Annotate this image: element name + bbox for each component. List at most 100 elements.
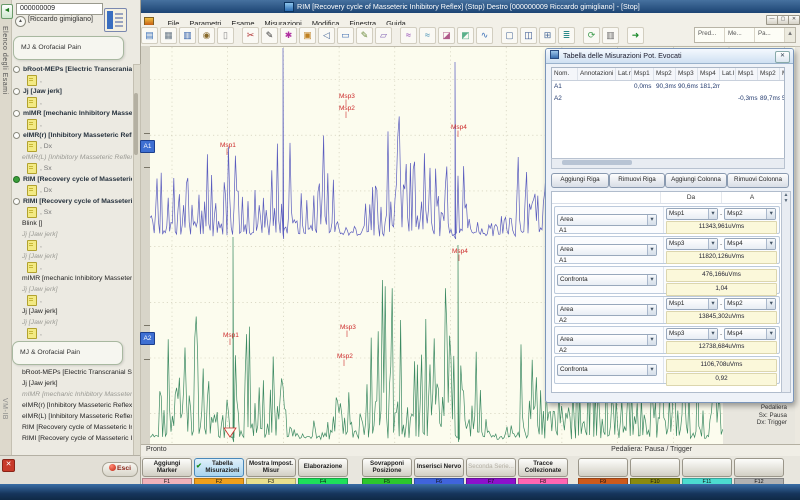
- marker-from-dropdown[interactable]: Msp3▾: [666, 238, 718, 250]
- exam-tree-item[interactable]: eIMR(L) [Inhibitory Masseteric Reflex]: [12, 411, 132, 422]
- window-grid-icon[interactable]: ⊞: [539, 27, 556, 44]
- exam-tree-item[interactable]: bRoot-MEPs [Electric Transcranial Stimul…: [12, 367, 132, 378]
- col-header[interactable]: Lat.r: [616, 68, 632, 80]
- exam-tree-item[interactable]: RIMI [Recovery cycle of Masseteric Inhib…: [12, 433, 132, 444]
- back-button[interactable]: ◄: [1, 4, 13, 19]
- preview-icon[interactable]: ◉: [198, 27, 215, 44]
- sidebar-bottom-tab-label[interactable]: VM-IB: [1, 398, 8, 420]
- dropdown-arrow-icon[interactable]: ▾: [766, 209, 775, 219]
- dropdown-arrow-icon[interactable]: ▾: [708, 239, 717, 249]
- exam-acquisition-row[interactable]: , Sx: [12, 163, 132, 174]
- channel-tag-a1[interactable]: A1: [140, 140, 155, 153]
- exit-icon[interactable]: ➜: [627, 27, 644, 44]
- col-header[interactable]: Lat.l: [720, 68, 736, 80]
- measurements-table[interactable]: Nom.AnnotazioniLat.rMsp1Msp2Msp3Msp4Lat.…: [551, 67, 785, 169]
- print-icon[interactable]: ▦: [160, 27, 177, 44]
- marker-label-msp2[interactable]: Msp2: [339, 105, 355, 112]
- sidebar-close-icon[interactable]: ✕: [2, 459, 15, 472]
- dropdown-arrow-icon[interactable]: ▾: [647, 305, 656, 315]
- dropdown-arrow-icon[interactable]: ▾: [647, 245, 656, 255]
- exam-acquisition-row[interactable]: , Dx: [12, 185, 132, 196]
- measure-type-dropdown[interactable]: Confronta▾: [557, 274, 657, 286]
- button-tabella-misurazioni[interactable]: ✔Tabella Misurazioni: [194, 458, 244, 477]
- panel-title-bar[interactable]: Tabella delle Misurazioni Pot. Evocati ✕: [546, 49, 793, 64]
- col-header[interactable]: Msp1: [632, 68, 654, 80]
- exam-acquisition-row[interactable]: ,: [12, 119, 132, 130]
- monitor-icon[interactable]: ▭: [337, 27, 354, 44]
- collapse-toggle[interactable]: ▲: [15, 16, 26, 27]
- marker-label-msp2[interactable]: Msp2: [337, 353, 353, 360]
- marker-label-msp4[interactable]: Msp4: [452, 248, 468, 255]
- exam-tree-item[interactable]: mIMR [mechanic Inhibitory Masseteric Re: [12, 389, 132, 400]
- exam-acquisition-row[interactable]: ,: [12, 328, 132, 339]
- col-header[interactable]: Nom.: [552, 68, 578, 80]
- exam-tree-item[interactable]: eIMR(L) [Inhibitory Masseteric Reflex]: [12, 152, 132, 163]
- stimulus-icon[interactable]: ✱: [280, 27, 297, 44]
- button-rimuovi-riga[interactable]: Rimuovi Riga: [609, 173, 665, 188]
- dropdown-arrow-icon[interactable]: ▾: [766, 239, 775, 249]
- window-close-button[interactable]: ✕: [788, 15, 800, 25]
- col-header[interactable]: Msp3: [780, 68, 785, 80]
- export-b-icon[interactable]: ◩: [457, 27, 474, 44]
- exam-acquisition-row[interactable]: , Dx: [12, 141, 132, 152]
- exam-tree-item[interactable]: mIMR [mechanic Inhibitory Masseteric Ref: [12, 273, 132, 284]
- exam-tree-item[interactable]: Jj [Jaw jerk]: [12, 378, 132, 389]
- exam-acquisition-row[interactable]: , Sx: [12, 207, 132, 218]
- exam-tree-item[interactable]: Jj [Jaw jerk]: [12, 229, 132, 240]
- col-header[interactable]: Msp1: [736, 68, 758, 80]
- button-aggiungi-marker[interactable]: Aggiungi Marker: [142, 458, 192, 477]
- exam-tree-item[interactable]: Jj [Jaw jerk]: [12, 284, 132, 295]
- dropdown-arrow-icon[interactable]: ▾: [708, 209, 717, 219]
- exam-tree-item[interactable]: Blink []: [12, 218, 132, 229]
- dropdown-arrow-icon[interactable]: ▾: [766, 299, 775, 309]
- marker-from-dropdown[interactable]: Msp1▾: [666, 298, 718, 310]
- measure-type-dropdown[interactable]: Area▾: [557, 244, 657, 256]
- col-header[interactable]: Msp4: [698, 68, 720, 80]
- marker-to-dropdown[interactable]: Msp2▾: [724, 298, 776, 310]
- button-aggiungi-colonna[interactable]: Aggiungi Colonna: [665, 173, 727, 188]
- marker-from-dropdown[interactable]: Msp1▾: [666, 208, 718, 220]
- button-aggiungi-riga[interactable]: Aggiungi Riga: [551, 173, 609, 188]
- curve-icon[interactable]: ∿: [476, 27, 493, 44]
- recycle-icon[interactable]: ⟳: [583, 27, 600, 44]
- col-header[interactable]: Msp2: [654, 68, 676, 80]
- printer-pair-icon[interactable]: ▥: [602, 27, 619, 44]
- channel-tag-a2[interactable]: A2: [140, 332, 155, 345]
- exam-acquisition-row[interactable]: ,: [12, 262, 132, 273]
- col-header[interactable]: Msp3: [676, 68, 698, 80]
- cut-icon[interactable]: ✂: [242, 27, 259, 44]
- exam-acquisition-row[interactable]: ,: [12, 75, 132, 86]
- image-icon[interactable]: ▣: [299, 27, 316, 44]
- exam-tree-item[interactable]: RIM [Recovery cycle of Masseteric Inhib: [12, 174, 132, 185]
- trace-a-icon[interactable]: ≈: [400, 27, 417, 44]
- table-hscrollbar[interactable]: [551, 158, 785, 169]
- measure-type-dropdown[interactable]: Area▾: [557, 214, 657, 226]
- exam-tree-item[interactable]: eIMR(r) [Inhibitory Masseteric Reflex]: [12, 130, 132, 141]
- measure-type-dropdown[interactable]: Area▾: [557, 304, 657, 316]
- marker-label-msp3[interactable]: Msp3: [339, 93, 355, 100]
- button-inserisci-nervo[interactable]: Inserisci Nervo: [414, 458, 464, 477]
- new-icon[interactable]: ▤: [141, 27, 158, 44]
- exam-acquisition-row[interactable]: ,: [12, 240, 132, 251]
- patient-card-icon[interactable]: [104, 8, 127, 32]
- marker-to-dropdown[interactable]: Msp2▾: [724, 208, 776, 220]
- trace-b-icon[interactable]: ≈: [419, 27, 436, 44]
- dropdown-arrow-icon[interactable]: ▾: [647, 365, 656, 375]
- dropdown-arrow-icon[interactable]: ▾: [647, 215, 656, 225]
- sound-icon[interactable]: ◁: [318, 27, 335, 44]
- patient-id-field[interactable]: 000000009: [16, 3, 103, 15]
- table-row[interactable]: A2-0,3ms89,7ms5: [552, 93, 784, 105]
- col-header[interactable]: Msp2: [758, 68, 780, 80]
- pen-icon[interactable]: ✎: [261, 27, 278, 44]
- button-sovrapponi-posizione[interactable]: Sovrapponi Posizione: [362, 458, 412, 477]
- exam-tree-item[interactable]: mIMR [mechanic Inhibitory Masseteric: [12, 108, 132, 119]
- dropdown-arrow-icon[interactable]: ▾: [766, 329, 775, 339]
- marker-from-dropdown[interactable]: Msp3▾: [666, 328, 718, 340]
- edit-note-icon[interactable]: ✎: [356, 27, 373, 44]
- exam-tree-item[interactable]: RIMI [Recovery cycle of Masseteric Inhi: [12, 196, 132, 207]
- dropdown-arrow-icon[interactable]: ▾: [708, 299, 717, 309]
- scroll-up-arrow[interactable]: ▲: [785, 28, 795, 42]
- measure-type-dropdown[interactable]: Confronta▾: [557, 364, 657, 376]
- sidebar-scroll-thumb[interactable]: [134, 93, 138, 155]
- dropdown-arrow-icon[interactable]: ▾: [647, 335, 656, 345]
